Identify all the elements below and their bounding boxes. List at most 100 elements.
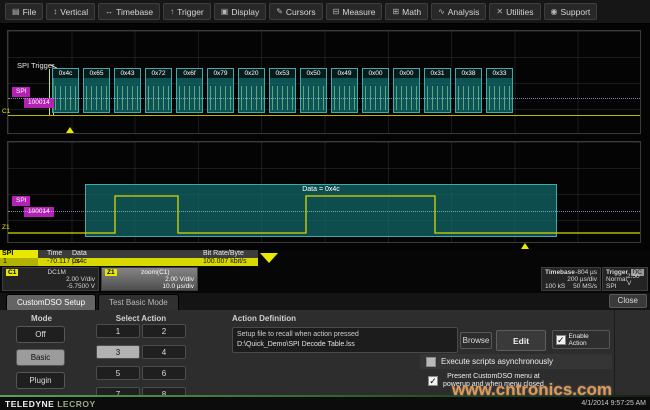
select-action-label: Select Action — [95, 314, 187, 323]
menu-label: Utilities — [506, 7, 533, 17]
edit-button[interactable]: Edit — [496, 330, 546, 351]
timebase-descriptor[interactable]: Timebase -804 µs 200 µs/div 100 kS 50 MS… — [541, 267, 601, 291]
decode-table-header: SPI Time Data Bit Rate/Byte — [0, 250, 258, 258]
menu-analysis[interactable]: ∿Analysis — [431, 3, 486, 20]
waveform-area: SPI Trigger 0x4c0x650x430x720x6f0x790x20… — [0, 24, 650, 250]
action-button-6[interactable]: 6 — [142, 366, 186, 380]
z1-descriptor[interactable]: Z1 zoom(C1) 2.00 V/div 10.0 µs/div — [101, 267, 198, 291]
decode-table: SPI Time Data Bit Rate/Byte 1 -70.117 µs… — [0, 250, 282, 266]
menu-label: Support — [561, 7, 591, 17]
trigger-descriptor[interactable]: Trigger DC Normal 2.50 V SPI — [602, 267, 648, 291]
c1-vdiv: 2.00 V/div — [66, 276, 95, 283]
tab-customdso-setup[interactable]: CustomDSO Setup — [6, 294, 96, 310]
present-menu-checkbox[interactable]: ✓ — [428, 376, 438, 386]
tab-test-basic-mode[interactable]: Test Basic Mode — [98, 294, 179, 310]
row-data: 0x4c — [72, 258, 87, 266]
z1-badge: Z1 — [105, 269, 117, 276]
zoom-trigger-marker[interactable] — [521, 243, 529, 249]
c1-coupling: DC1M — [47, 269, 65, 276]
menu-label: Vertical — [60, 7, 88, 17]
enable-action-group[interactable]: ✓ Enable Action — [552, 330, 610, 349]
vertical-arrows-icon: ↕ — [53, 7, 57, 16]
c1-offset: -5.7500 V — [67, 283, 95, 290]
up-arrow-icon: ↑ — [170, 7, 174, 16]
menu-bar: ▤File↕Vertical↔Timebase↑Trigger▣Display✎… — [0, 0, 650, 24]
mode-button-plugin[interactable]: Plugin — [16, 372, 65, 389]
enable-action-checkbox[interactable]: ✓ — [556, 335, 566, 345]
row-bitrate: 100.007 kbit/s — [203, 258, 247, 266]
zoom-waveform-trace — [0, 24, 650, 250]
menu-label: Cursors — [286, 7, 316, 17]
calculator-icon: ⊞ — [392, 7, 399, 16]
tools-icon: ✕ — [496, 7, 503, 16]
action-button-3[interactable]: 3 — [96, 345, 140, 359]
col-time: Time — [47, 250, 62, 258]
action-button-5[interactable]: 5 — [96, 366, 140, 380]
menu-vertical[interactable]: ↕Vertical — [46, 3, 95, 20]
menu-label: Math — [402, 7, 421, 17]
row-index: 1 — [0, 258, 38, 266]
enable-action-label: Enable Action — [569, 333, 606, 347]
timebase-tdiv: 200 µs/div — [567, 276, 597, 283]
brand-logo: TELEDYNE LECROY — [5, 399, 96, 409]
menu-label: Display — [231, 7, 259, 17]
timebase-samples: 100 kS — [545, 283, 565, 290]
mode-section-label: Mode — [14, 314, 69, 323]
setup-file-field[interactable]: Setup file to recall when action pressed… — [232, 327, 458, 353]
trigger-label: Trigger — [606, 269, 628, 276]
setup-file-label: Setup file to recall when action pressed — [237, 330, 453, 340]
menu-display[interactable]: ▣Display — [214, 3, 266, 20]
menu-measure[interactable]: ⊟Measure — [326, 3, 383, 20]
action-definition-label: Action Definition — [232, 314, 296, 323]
dialog-tab-bar: CustomDSO Setup Test Basic Mode Close — [0, 293, 650, 310]
brand-primary: TELEDYNE — [5, 399, 54, 409]
trigger-source: SPI — [606, 283, 616, 290]
watermark: www.cntronics.com — [452, 380, 612, 400]
action-button-2[interactable]: 2 — [142, 324, 186, 338]
trigger-mode: Normal — [606, 276, 627, 283]
z1-tdiv: 10.0 µs/div — [162, 283, 194, 290]
col-data: Data — [72, 250, 87, 258]
menu-utilities[interactable]: ✕Utilities — [489, 3, 540, 20]
chart-icon: ∿ — [438, 7, 445, 16]
timebase-rate: 50 MS/s — [573, 283, 597, 290]
c1-descriptor[interactable]: C1 DC1M 2.00 V/div -5.7500 V — [2, 267, 99, 291]
z1-vdiv: 2.00 V/div — [165, 276, 194, 283]
table-expand-arrow[interactable] — [260, 253, 278, 263]
z1-source: zoom(C1) — [141, 269, 170, 276]
mode-button-basic[interactable]: Basic — [16, 349, 65, 366]
trigger-level: 2.50 V — [627, 273, 644, 287]
menu-label: Trigger — [177, 7, 204, 17]
menu-label: File — [23, 7, 37, 17]
close-button[interactable]: Close — [609, 294, 647, 308]
execute-scripts-checkbox[interactable] — [426, 357, 436, 367]
setup-file-path: D:\Quick_Demo\SPI Decode Table.lss — [237, 340, 453, 350]
decode-table-protocol: SPI — [0, 250, 38, 258]
c1-badge: C1 — [6, 269, 18, 276]
brand-secondary: LECROY — [57, 399, 95, 409]
menu-trigger[interactable]: ↑Trigger — [163, 3, 211, 20]
menu-math[interactable]: ⊞Math — [385, 3, 428, 20]
menu-timebase[interactable]: ↔Timebase — [98, 3, 160, 20]
col-bitrate: Bit Rate/Byte — [203, 250, 244, 258]
timebase-position: -804 µs — [575, 269, 597, 276]
caliper-icon: ⊟ — [333, 7, 340, 16]
mode-button-off[interactable]: Off — [16, 326, 65, 343]
menu-label: Measure — [342, 7, 375, 17]
menu-file[interactable]: ▤File — [5, 3, 43, 20]
menu-label: Timebase — [116, 7, 153, 17]
action-button-4[interactable]: 4 — [142, 345, 186, 359]
oscilloscope-app: ▤File↕Vertical↔Timebase↑Trigger▣Display✎… — [0, 0, 650, 410]
decode-table-row[interactable]: 1 -70.117 µs 0x4c 100.007 kbit/s — [0, 258, 258, 266]
execute-scripts-row[interactable]: Execute scripts asynchronously — [420, 354, 612, 369]
menu-label: Analysis — [448, 7, 480, 17]
cursor-pen-icon: ✎ — [276, 7, 283, 16]
browse-button[interactable]: Browse — [460, 332, 492, 349]
monitor-icon: ▣ — [221, 7, 229, 16]
action-button-1[interactable]: 1 — [96, 324, 140, 338]
menu-cursors[interactable]: ✎Cursors — [269, 3, 322, 20]
horizontal-arrows-icon: ↔ — [105, 7, 113, 16]
help-icon: ◉ — [551, 7, 558, 16]
file-icon: ▤ — [12, 7, 20, 16]
menu-support[interactable]: ◉Support — [544, 3, 598, 20]
